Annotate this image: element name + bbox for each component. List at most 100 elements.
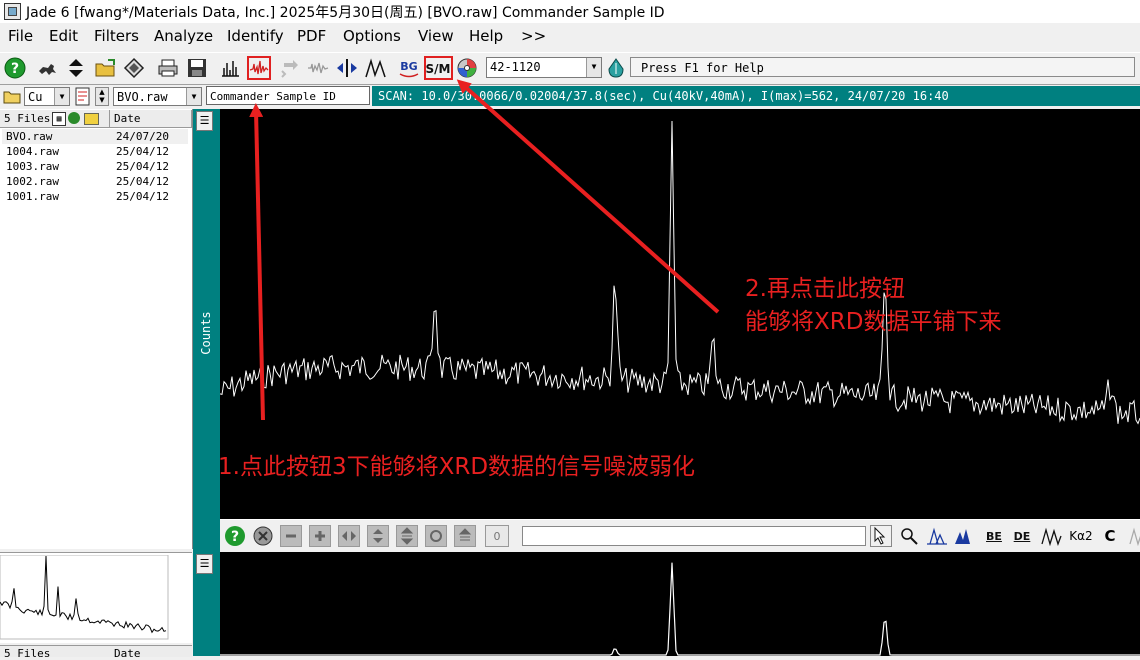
file-name: 1001.raw (6, 190, 59, 203)
annotation-step2-line2: 能够将XRD数据平铺下来 (745, 309, 1002, 335)
y-axis-label: Counts (193, 300, 220, 370)
file-name: 1002.raw (6, 175, 59, 188)
pattern-thumbnail[interactable] (0, 552, 192, 643)
help-icon[interactable]: ? (224, 525, 246, 547)
folder-small-icon[interactable] (84, 113, 99, 125)
menu-file[interactable]: File (8, 27, 33, 45)
drop-icon[interactable] (604, 56, 628, 80)
file-row[interactable]: BVO.raw 24/07/20 (2, 129, 188, 144)
annotation-step1: 1.点此按钮3下能够将XRD数据的信号噪波弱化 (218, 454, 696, 480)
element-combo[interactable]: Cu ▼ (24, 87, 70, 106)
reset-icon[interactable] (425, 525, 447, 547)
element-value: Cu (28, 90, 43, 104)
svg-text:?: ? (231, 529, 239, 545)
peak-area-icon[interactable] (954, 525, 976, 547)
scan-info: SCAN: 10.0/30.0066/0.02004/37.8(sec), Cu… (372, 86, 1140, 106)
counter-field[interactable]: 0 (485, 525, 509, 547)
peaks-grey-icon[interactable] (1125, 525, 1140, 547)
peak-fit-icon[interactable] (926, 525, 948, 547)
de-button[interactable]: DE (1011, 525, 1033, 547)
svg-text:?: ? (11, 61, 19, 77)
file-date: 24/07/20 (116, 130, 169, 143)
save-icon[interactable] (185, 56, 209, 80)
status-help: Press F1 for Help (630, 57, 1135, 77)
up-down-arrows-icon[interactable] (64, 56, 88, 80)
files-column-header[interactable]: 5 Files ▦ (0, 110, 110, 127)
file-row[interactable]: 1001.raw 25/04/12 (2, 189, 188, 204)
diamond-icon[interactable] (122, 56, 146, 80)
dog-icon[interactable] (35, 56, 59, 80)
chevron-down-icon[interactable]: ▼ (586, 58, 601, 77)
refresh-icon[interactable] (277, 56, 301, 80)
disc-icon[interactable] (455, 56, 479, 80)
bar-pattern-icon[interactable] (218, 56, 242, 80)
open-folder-icon[interactable] (93, 56, 117, 80)
smooth-icon[interactable] (247, 56, 271, 80)
c-button[interactable]: C (1099, 525, 1121, 547)
panel-toggle-button[interactable]: ☰ (196, 111, 213, 131)
file-row[interactable]: 1002.raw 25/04/12 (2, 174, 188, 189)
chevron-down-icon[interactable]: ▼ (186, 88, 201, 105)
peak-label-input[interactable] (522, 526, 866, 546)
file-date: 25/04/12 (116, 145, 169, 158)
menu-help[interactable]: Help (469, 27, 503, 45)
multi-peak-icon[interactable] (1041, 525, 1063, 547)
stack-icon[interactable] (454, 525, 476, 547)
files-count-label: 5 Files (4, 112, 51, 125)
menu-edit[interactable]: Edit (49, 27, 78, 45)
plus-icon[interactable] (309, 525, 331, 547)
print-icon[interactable] (156, 56, 180, 80)
xrd-plot-overview[interactable] (220, 552, 1140, 656)
spin-arrows-icon[interactable]: ▲ ▼ (95, 87, 109, 106)
zoom-icon[interactable] (898, 525, 920, 547)
pdf-card-combo[interactable]: 42-1120 ▼ (486, 57, 602, 78)
left-right-icon[interactable] (338, 525, 360, 547)
sm-label: S/M (426, 62, 450, 76)
file-date: 25/04/12 (116, 190, 169, 203)
check-icon[interactable] (68, 112, 80, 124)
file-name: 1003.raw (6, 160, 59, 173)
menu-bar: File Edit Filters Analyze Identify PDF O… (0, 24, 1140, 48)
peaks-icon[interactable] (364, 56, 388, 80)
help-icon[interactable]: ? (3, 56, 27, 80)
file-date: 25/04/12 (116, 160, 169, 173)
file-name: 1004.raw (6, 145, 59, 158)
xrd-trace-zoom (220, 562, 1140, 656)
background-icon[interactable]: BG (397, 56, 421, 80)
file-list-header: 5 Files ▦ Date (0, 110, 192, 128)
up-down-double-icon[interactable] (396, 525, 418, 547)
window-title: Jade 6 [fwang*/Materials Data, Inc.] 202… (26, 5, 665, 21)
menu-pdf[interactable]: PDF (297, 27, 326, 45)
strip-kalpha-icon[interactable]: S/M (424, 56, 453, 80)
cursor-select-icon[interactable] (870, 525, 892, 547)
bg-label: BG (400, 60, 417, 73)
menu-filters[interactable]: Filters (94, 27, 139, 45)
file-name: BVO.raw (6, 130, 53, 143)
date-column-header[interactable]: Date (110, 110, 192, 127)
up-down-icon[interactable] (367, 525, 389, 547)
center-arrows-icon[interactable] (335, 56, 359, 80)
xrd-trace (219, 120, 1140, 425)
sample-id-field[interactable]: Commander Sample ID (206, 86, 370, 105)
folder-icon[interactable] (3, 88, 21, 104)
counts-text: Counts (199, 311, 213, 355)
menu-more[interactable]: >> (521, 27, 546, 45)
kalpha2-button[interactable]: Kα2 (1068, 525, 1094, 547)
menu-analyze[interactable]: Analyze (154, 27, 213, 45)
file-combo[interactable]: BVO.raw ▼ (113, 87, 202, 106)
file-row[interactable]: 1004.raw 25/04/12 (2, 144, 188, 159)
stop-icon[interactable] (252, 525, 274, 547)
menu-view[interactable]: View (418, 27, 454, 45)
report-icon[interactable] (74, 87, 92, 106)
menu-identify[interactable]: Identify (227, 27, 284, 45)
minus-icon[interactable] (280, 525, 302, 547)
file-row[interactable]: 1003.raw 25/04/12 (2, 159, 188, 174)
chevron-down-icon[interactable]: ▼ (54, 88, 69, 105)
noise-icon[interactable] (306, 56, 330, 80)
panel-toggle-button[interactable]: ☰ (196, 554, 213, 574)
menu-options[interactable]: Options (343, 27, 401, 45)
peak-toolbar: ? 0 BE DE Kα2 C (220, 519, 1140, 553)
be-button[interactable]: BE (983, 525, 1005, 547)
title-bar: Jade 6 [fwang*/Materials Data, Inc.] 202… (0, 0, 1140, 23)
chart-icon[interactable]: ▦ (52, 112, 66, 126)
